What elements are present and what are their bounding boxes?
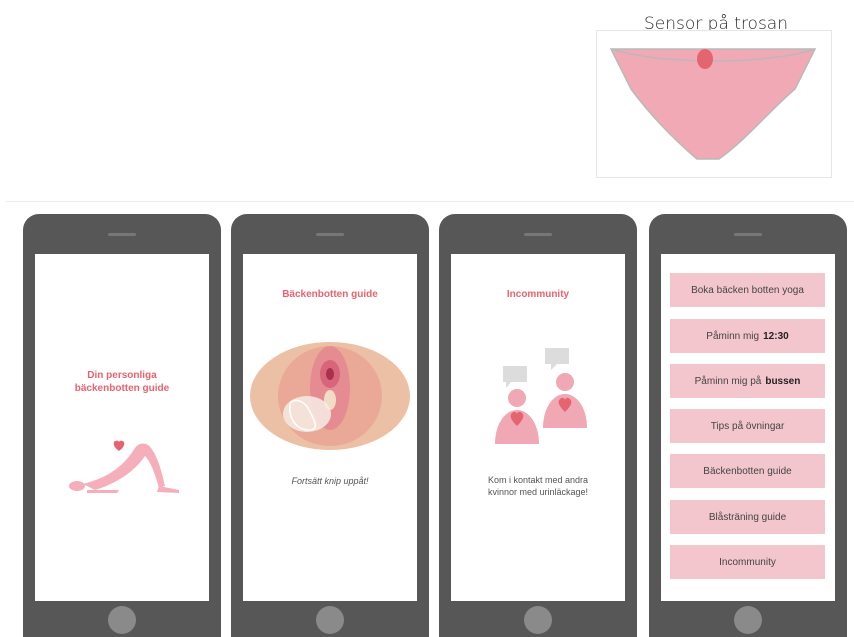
speaker <box>524 233 552 236</box>
menu-item-bladder-training[interactable]: Blåsträning guide <box>670 500 825 534</box>
menu-item-label: Blåsträning guide <box>708 511 787 523</box>
menu-item-incommunity[interactable]: Incommunity <box>670 545 825 579</box>
yoga-bridge-pose-icon <box>69 443 179 493</box>
menu-item-label: Incommunity <box>719 556 776 568</box>
reminder-time: 12:30 <box>763 330 789 342</box>
guide-title: Bäckenbotten guide <box>282 289 378 300</box>
panties-sensor-icon <box>609 48 817 160</box>
menu-item-label: Tips på övningar <box>710 420 785 432</box>
menu-item-label: Påminn mig <box>706 330 760 342</box>
community-caption-line2: kvinnor med urinläckage! <box>487 487 589 497</box>
screen-welcome: Din personliga bäckenbotten guide <box>35 254 209 601</box>
menu-item-label: Bäckenbotten guide <box>703 465 792 477</box>
phone-4: Boka bäcken botten yoga Påminn mig 12:30 … <box>649 214 847 637</box>
speaker <box>316 233 344 236</box>
menu-item-boka-yoga[interactable]: Boka bäcken botten yoga <box>670 273 825 307</box>
welcome-title-line1: Din personliga <box>87 370 157 381</box>
home-button[interactable] <box>524 606 552 634</box>
phone-3: Incommunity Kom i kontakt med andra kvin… <box>439 214 637 637</box>
speaker <box>108 233 136 236</box>
community-title: Incommunity <box>506 289 570 300</box>
community-caption-line1: Kom i kontakt med andra <box>487 475 589 485</box>
community-illustration <box>495 348 587 444</box>
menu-item-label: Boka bäcken botten yoga <box>691 284 804 296</box>
screen-menu: Boka bäcken botten yoga Påminn mig 12:30 … <box>661 254 835 601</box>
menu-item-tips[interactable]: Tips på övningar <box>670 409 825 443</box>
home-button[interactable] <box>108 606 136 634</box>
menu-item-label: Påminn mig på <box>694 375 762 387</box>
section-divider <box>6 201 854 202</box>
speaker <box>734 233 762 236</box>
menu-item-guide[interactable]: Bäckenbotten guide <box>670 454 825 488</box>
screen-guide: Bäckenbotten guide Fortsätt knip uppåt! <box>243 254 417 601</box>
phone-2: Bäckenbotten guide Fortsätt knip uppåt! <box>231 214 429 637</box>
menu-item-reminder-time[interactable]: Påminn mig 12:30 <box>670 319 825 353</box>
pelvic-anatomy-icon <box>250 342 410 450</box>
guide-caption: Fortsätt knip uppåt! <box>291 476 369 486</box>
screen-community: Incommunity Kom i kontakt med andra kvin… <box>451 254 625 601</box>
welcome-title-line2: bäckenbotten guide <box>74 383 170 394</box>
home-button[interactable] <box>734 606 762 634</box>
home-button[interactable] <box>316 606 344 634</box>
reminder-bus: bussen <box>765 375 801 387</box>
menu-item-reminder-bus[interactable]: Påminn mig på bussen <box>670 364 825 398</box>
phone-1: Din personliga bäckenbotten guide <box>23 214 221 637</box>
sensor-image <box>596 30 832 178</box>
